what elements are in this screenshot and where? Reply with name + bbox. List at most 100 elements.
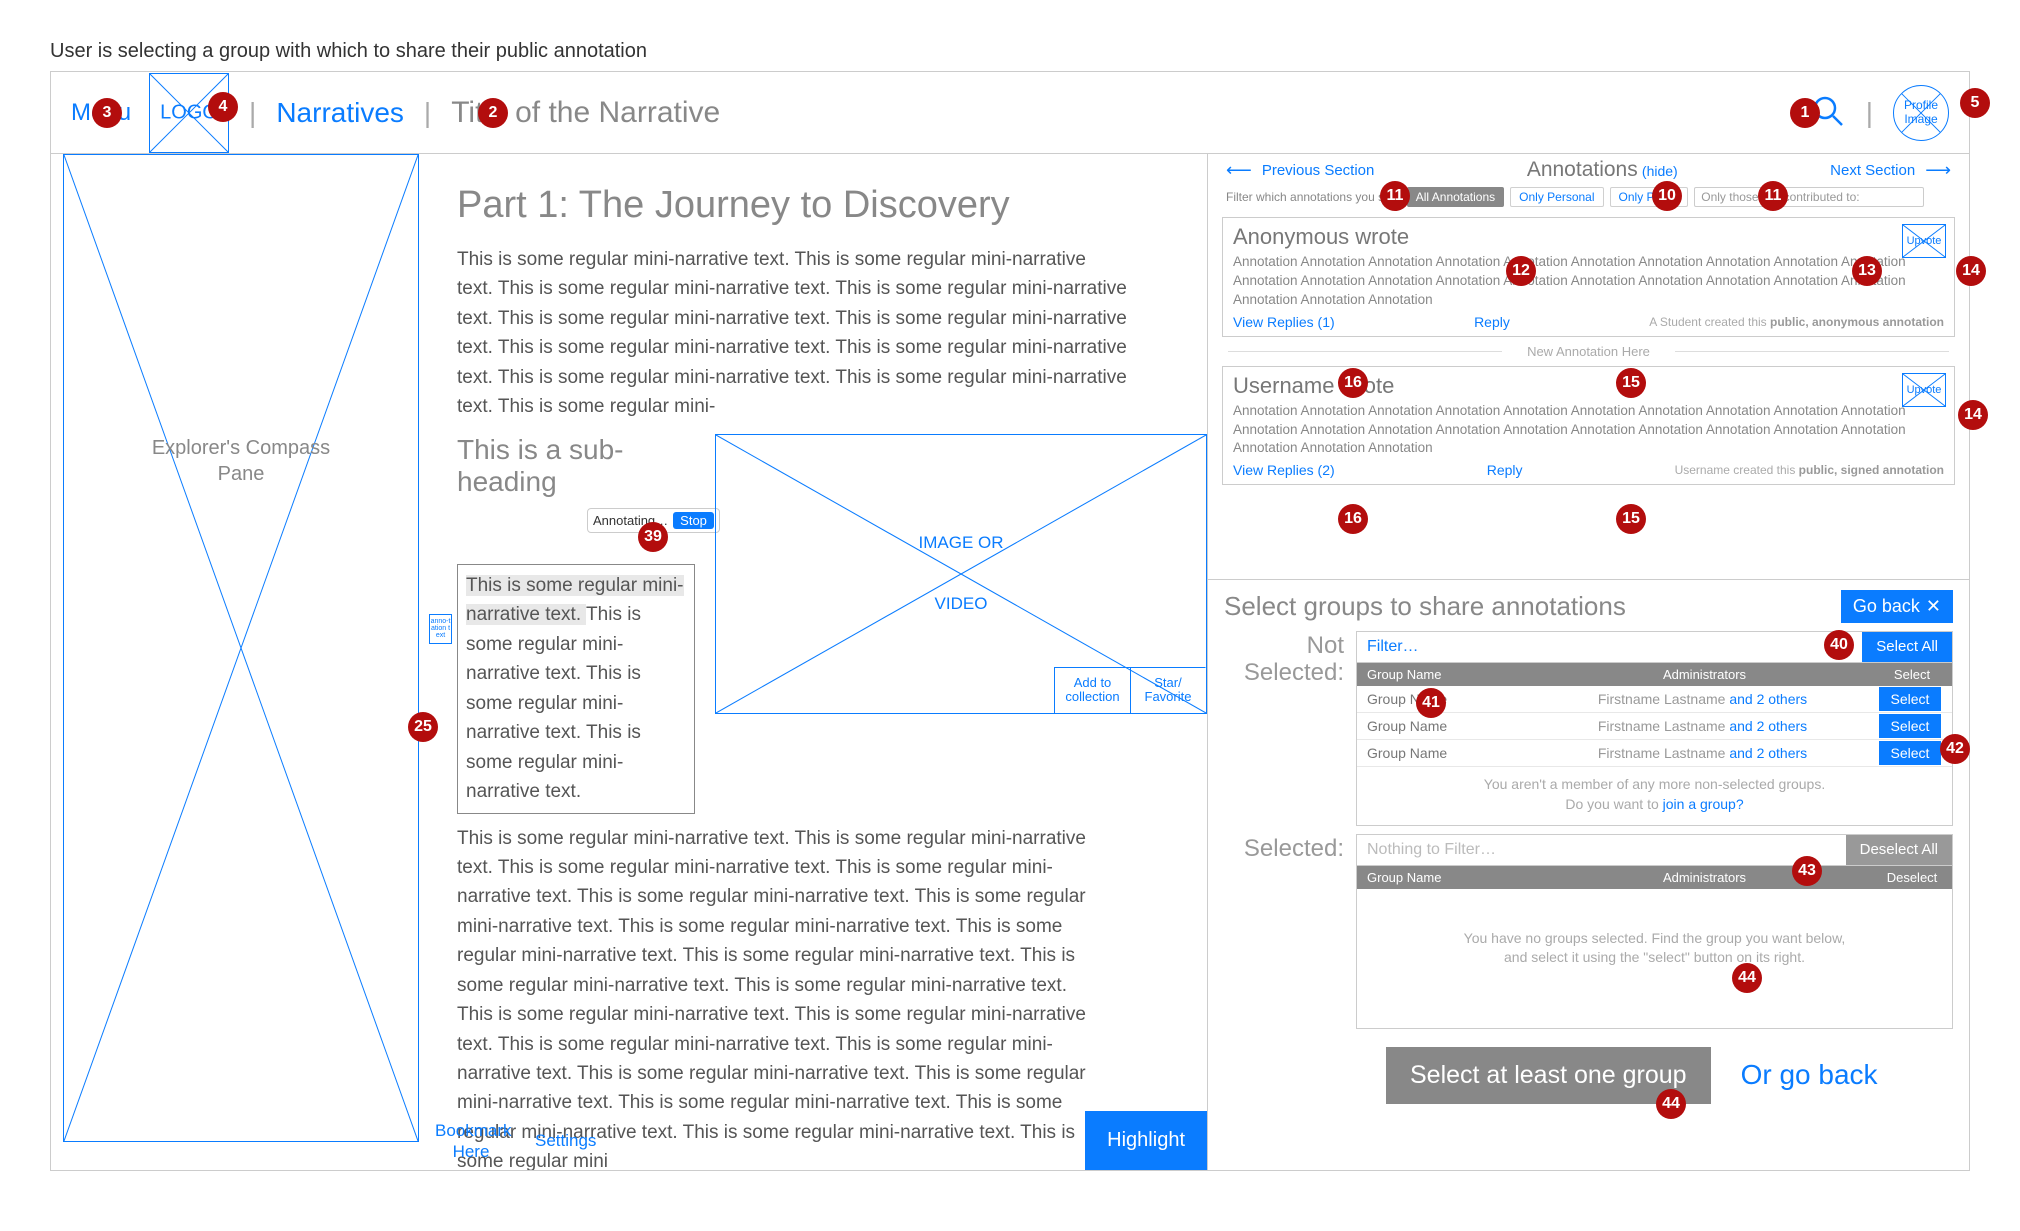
bookmark-here-button[interactable]: Bookmark Here (421, 1113, 521, 1170)
th-group-name: Group Name (1357, 866, 1537, 889)
divider: | (424, 97, 431, 129)
reply-link[interactable]: Reply (1487, 462, 1523, 478)
annotation-author: Anonymous wrote (1233, 224, 1944, 250)
empty-selection-message: You have no groups selected. Find the gr… (1357, 889, 1952, 1028)
divider: | (1866, 97, 1873, 129)
go-back-button[interactable]: Go back ✕ (1841, 590, 1953, 623)
arrow-right-icon: ⟶ (1925, 160, 1951, 181)
not-selected-table: Filter… Select All Group Name Administra… (1356, 631, 1953, 825)
select-group-button[interactable]: Select (1879, 687, 1942, 711)
highlighted-text: This is some regular mini-narrative text… (466, 575, 684, 625)
upvote-button[interactable]: Upvote (1902, 224, 1946, 258)
body: Explorer's CompassPane Part 1: The Journ… (51, 154, 1969, 1170)
reply-link[interactable]: Reply (1474, 314, 1510, 330)
group-row: Group Name Firstname Lastname and 2 othe… (1357, 713, 1952, 740)
part-heading: Part 1: The Journey to Discovery (457, 184, 1207, 227)
group-admin-cell: Firstname Lastname and 2 others (1537, 740, 1868, 766)
deselect-all-button[interactable]: Deselect All (1846, 835, 1952, 866)
view-replies-link[interactable]: View Replies (2) (1233, 462, 1335, 478)
select-group-button[interactable]: Select (1879, 741, 1942, 765)
group-admin-cell: Firstname Lastname and 2 others (1537, 713, 1868, 739)
callout-badge: 15 (1616, 368, 1646, 398)
annotations-heading: Annotations (hide) (1527, 158, 1678, 182)
group-filter-input[interactable]: Filter… (1357, 632, 1862, 663)
callout-badge: 11 (1380, 181, 1410, 211)
th-group-name: Group Name (1357, 663, 1537, 686)
group-row: Group Name Firstname Lastname and 2 othe… (1357, 686, 1952, 713)
and-others-link[interactable]: and 2 others (1725, 745, 1807, 761)
filter-contributed-input[interactable]: Only those I've contributed to: (1694, 187, 1924, 207)
select-group-button[interactable]: Select (1879, 714, 1942, 738)
group-row: Group Name Firstname Lastname and 2 othe… (1357, 740, 1952, 767)
topbar: Menu LOGO | Narratives | Title of the Na… (51, 72, 1969, 154)
add-to-collection-button[interactable]: Add to collection (1054, 667, 1130, 713)
left-pane: Explorer's CompassPane (51, 154, 421, 1170)
callout-badge: 1 (1790, 98, 1820, 128)
callout-badge: 16 (1338, 504, 1368, 534)
selected-table: Nothing to Filter… Deselect All Group Na… (1356, 834, 1953, 1029)
selected-filter-input[interactable]: Nothing to Filter… (1357, 835, 1846, 866)
share-groups-pane: Select groups to share annotations Go ba… (1208, 579, 1969, 1170)
media-placeholder[interactable]: IMAGE ORVIDEO Add to collection Star/ Fa… (715, 434, 1207, 714)
th-deselect: Deselect (1872, 866, 1952, 889)
settings-button[interactable]: Settings (521, 1123, 610, 1159)
scenario-caption: User is selecting a group with which to … (50, 40, 1970, 63)
box-text: This is some regular mini-narrative text… (466, 604, 641, 802)
callout-badge: 5 (1960, 88, 1990, 118)
and-others-link[interactable]: and 2 others (1725, 718, 1807, 734)
no-more-groups-message: You aren't a member of any more non-sele… (1357, 767, 1952, 824)
filter-label: Filter which annotations you see: (1226, 190, 1401, 204)
arrow-left-icon: ⟵ (1226, 160, 1252, 181)
callout-badge: 10 (1652, 181, 1682, 211)
star-favorite-button[interactable]: Star/ Favorite (1130, 667, 1206, 713)
not-selected-label: Not Selected: (1224, 631, 1344, 825)
selected-label: Selected: (1224, 834, 1344, 1029)
annotation-attribution: A Student created this public, anonymous… (1649, 315, 1944, 329)
callout-badge: 14 (1958, 400, 1988, 430)
th-select: Select (1872, 663, 1952, 686)
callout-badge: 39 (638, 522, 668, 552)
explorer-compass-pane[interactable]: Explorer's CompassPane (63, 154, 419, 1142)
callout-badge: 25 (408, 712, 438, 742)
profile-label: Profile Image (1894, 86, 1948, 140)
annotation-card: Upvote Anonymous wrote Annotation Annota… (1222, 217, 1955, 337)
sub-heading: This is a sub-heading (457, 434, 695, 498)
previous-section-link[interactable]: ⟵ Previous Section (1226, 160, 1374, 181)
callout-badge: 4 (208, 92, 238, 122)
group-name-cell: Group Name (1357, 713, 1537, 739)
callout-badge: 44 (1732, 963, 1762, 993)
annotation-body: Annotation Annotation Annotation Annotat… (1233, 402, 1944, 459)
select-all-button[interactable]: Select All (1862, 632, 1952, 663)
content-pane: Part 1: The Journey to Discovery This is… (421, 154, 1207, 1170)
next-section-link[interactable]: Next Section ⟶ (1830, 160, 1951, 181)
callout-badge: 40 (1824, 630, 1854, 660)
callout-badge: 2 (478, 98, 508, 128)
media-label: IMAGE ORVIDEO (918, 528, 1003, 620)
callout-badge: 11 (1758, 181, 1788, 211)
annotations-pane: ⟵ Previous Section Annotations (hide) Ne… (1207, 154, 1969, 1170)
annotation-body: Annotation Annotation Annotation Annotat… (1233, 253, 1944, 310)
callout-badge: 15 (1616, 504, 1646, 534)
annotation-attribution: Username created this public, signed ann… (1675, 463, 1944, 477)
callout-badge: 16 (1338, 368, 1368, 398)
view-replies-link[interactable]: View Replies (1) (1233, 314, 1335, 330)
explorer-label: Explorer's CompassPane (64, 435, 418, 487)
highlight-button[interactable]: Highlight (1085, 1111, 1207, 1170)
app-frame: Menu LOGO | Narratives | Title of the Na… (50, 71, 1970, 1171)
close-icon: ✕ (1926, 596, 1941, 617)
or-go-back-link[interactable]: Or go back (1741, 1059, 1878, 1091)
filter-personal-button[interactable]: Only Personal (1510, 187, 1603, 207)
annotation-selection-box[interactable]: This is some regular mini-narrative text… (457, 564, 695, 814)
and-others-link[interactable]: and 2 others (1725, 691, 1807, 707)
callout-badge: 42 (1940, 734, 1970, 764)
filter-all-button[interactable]: All Annotations (1407, 187, 1504, 207)
hide-annotations-link[interactable]: (hide) (1642, 163, 1678, 179)
join-group-link[interactable]: join a group? (1663, 796, 1744, 812)
upvote-button[interactable]: Upvote (1902, 373, 1946, 407)
narratives-link[interactable]: Narratives (276, 97, 404, 129)
callout-badge: 43 (1792, 856, 1822, 886)
margin-annotation-tag[interactable]: anno-tation text (429, 614, 452, 644)
stop-annotating-button[interactable]: Stop (673, 512, 714, 529)
profile-avatar[interactable]: Profile Image (1893, 85, 1949, 141)
callout-badge: 41 (1416, 688, 1446, 718)
